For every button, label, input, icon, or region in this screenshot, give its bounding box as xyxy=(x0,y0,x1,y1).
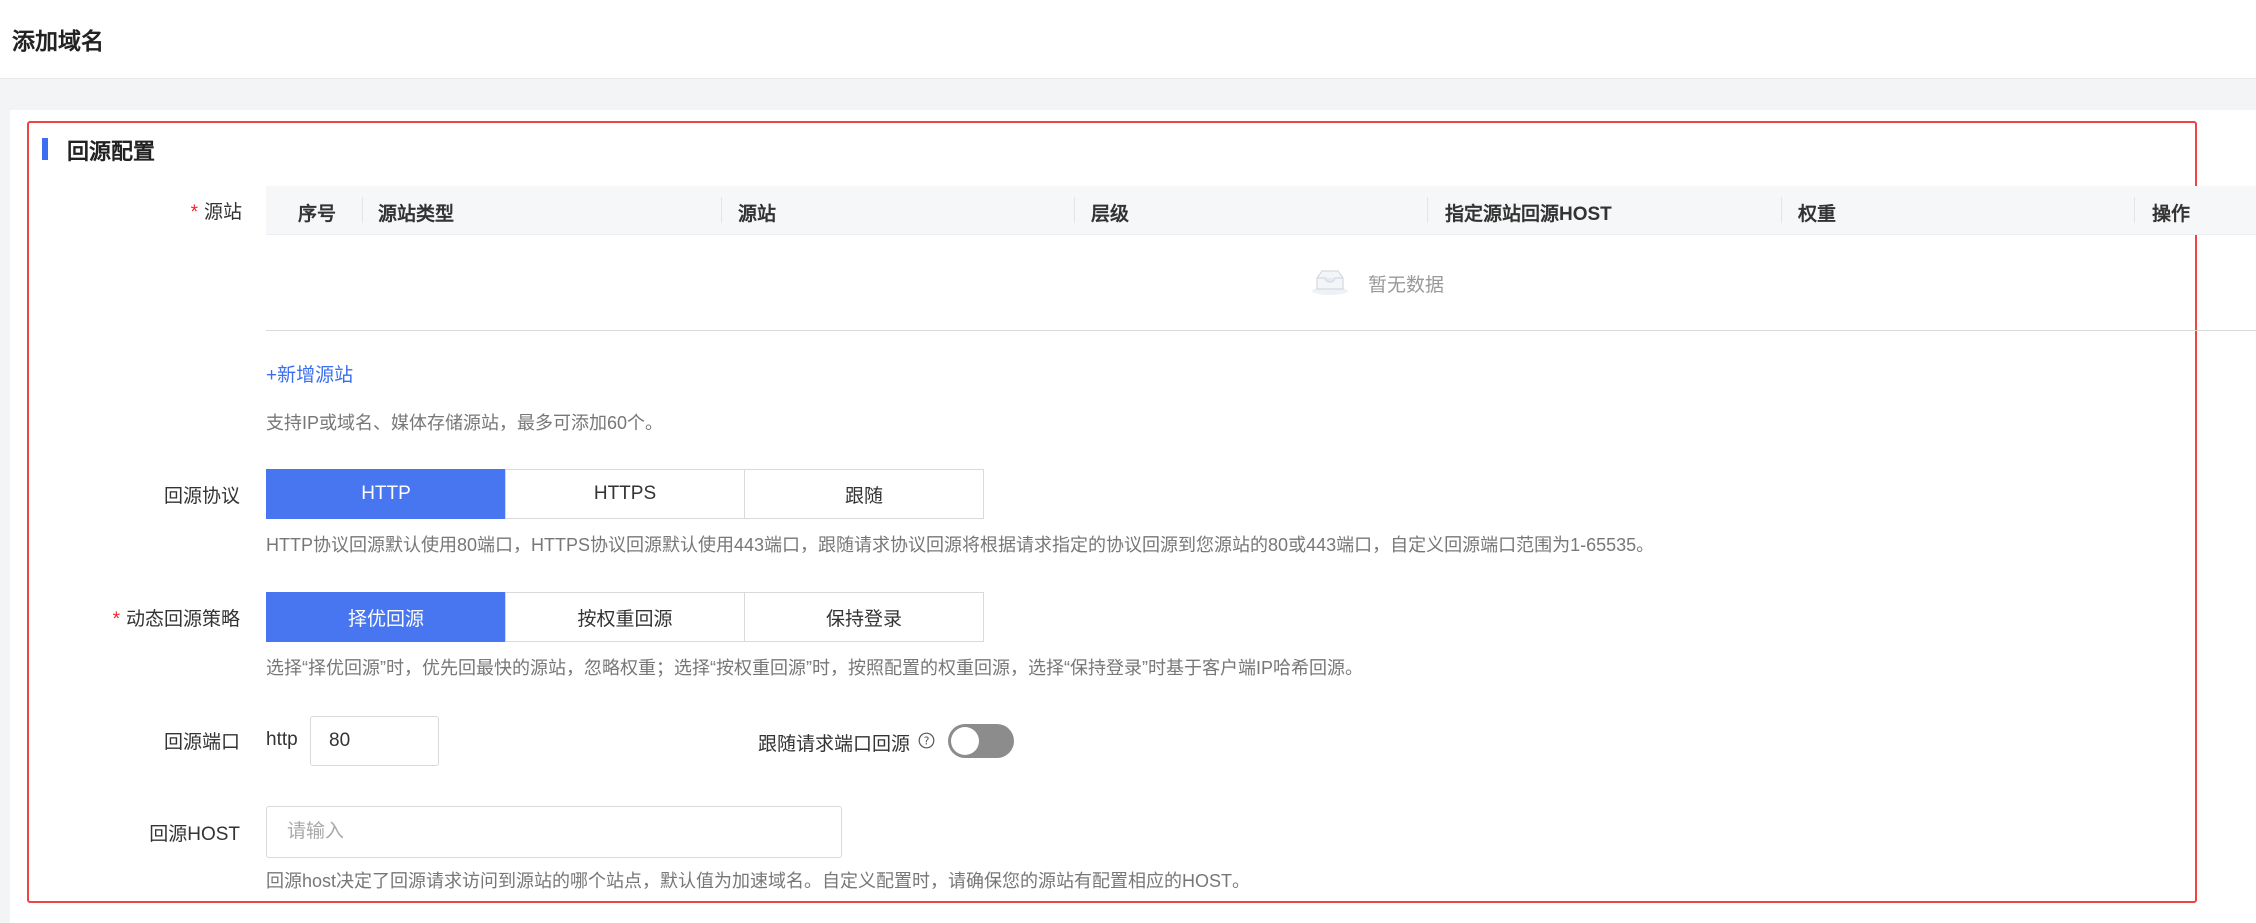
host-hint: 回源host决定了回源请求访问到源站的哪个站点，默认值为加速域名。自定义配置时，… xyxy=(266,871,1251,891)
host-label: 回源HOST xyxy=(149,824,240,845)
column-header-weight: 权重 xyxy=(1798,204,1837,225)
host-form-row: 回源HOST xyxy=(0,819,240,845)
protocol-hint: HTTP协议回源默认使用80端口，HTTPS协议回源默认使用443端口，跟随请求… xyxy=(266,535,1655,555)
switch-knob xyxy=(951,727,979,755)
section-accent-bar xyxy=(42,138,48,160)
column-header-origin-type: 源站类型 xyxy=(378,204,455,225)
origin-table-body: 暂无数据 xyxy=(266,234,2256,331)
host-input[interactable] xyxy=(266,806,842,858)
required-mark: * xyxy=(190,202,198,223)
strategy-option-keep-login[interactable]: 保持登录 xyxy=(744,592,984,642)
column-separator xyxy=(1074,197,1075,223)
strategy-label: * 动态回源策略 xyxy=(112,609,240,630)
protocol-option-http[interactable]: HTTP xyxy=(266,469,506,519)
port-form-row: 回源端口 xyxy=(0,727,240,753)
column-header-origin-host: 指定源站回源HOST xyxy=(1445,204,1612,225)
strategy-segmented-control: 择优回源 按权重回源 保持登录 xyxy=(266,592,984,642)
column-separator xyxy=(362,197,363,223)
column-separator xyxy=(721,197,722,223)
empty-text: 暂无数据 xyxy=(1368,275,1445,296)
column-header-index: 序号 xyxy=(298,204,337,225)
strategy-form-row: * 动态回源策略 xyxy=(0,604,240,630)
page-title: 添加域名 xyxy=(12,28,104,54)
protocol-option-https[interactable]: HTTPS xyxy=(505,469,745,519)
required-mark: * xyxy=(112,609,120,630)
column-header-level: 层级 xyxy=(1091,204,1130,225)
page-header: 添加域名 xyxy=(0,0,2256,79)
port-input[interactable] xyxy=(310,716,439,766)
port-protocol-text: http xyxy=(266,729,298,750)
protocol-segmented-control: HTTP HTTPS 跟随 xyxy=(266,469,984,519)
follow-port-label: 跟随请求端口回源 xyxy=(758,734,911,755)
section-title: 回源配置 xyxy=(67,139,156,164)
origin-label: * 源站 xyxy=(190,202,242,223)
origin-hint: 支持IP或域名、媒体存储源站，最多可添加60个。 xyxy=(266,413,664,433)
column-separator xyxy=(1781,197,1782,223)
strategy-hint: 选择“择优回源”时，优先回最快的源站，忽略权重；选择“按权重回源”时，按照配置的… xyxy=(266,658,1363,678)
origin-form-row: * 源站 xyxy=(0,197,242,223)
strategy-option-weight[interactable]: 按权重回源 xyxy=(505,592,745,642)
protocol-option-follow[interactable]: 跟随 xyxy=(744,469,984,519)
port-label: 回源端口 xyxy=(163,732,240,753)
column-separator xyxy=(1427,197,1428,223)
origin-table-header: 序号 源站类型 源站 层级 指定源站回源HOST 权重 操作 xyxy=(266,186,2256,235)
help-icon[interactable]: ? xyxy=(918,732,935,749)
empty-box-icon xyxy=(1312,270,1348,295)
add-origin-link[interactable]: +新增源站 xyxy=(266,360,353,387)
follow-port-switch[interactable] xyxy=(948,724,1014,758)
column-header-origin: 源站 xyxy=(738,204,777,225)
column-header-actions: 操作 xyxy=(2152,204,2191,225)
protocol-form-row: 回源协议 xyxy=(0,481,240,507)
protocol-label: 回源协议 xyxy=(163,486,240,507)
svg-text:?: ? xyxy=(924,735,930,748)
strategy-option-best[interactable]: 择优回源 xyxy=(266,592,506,642)
column-separator xyxy=(2134,197,2135,223)
